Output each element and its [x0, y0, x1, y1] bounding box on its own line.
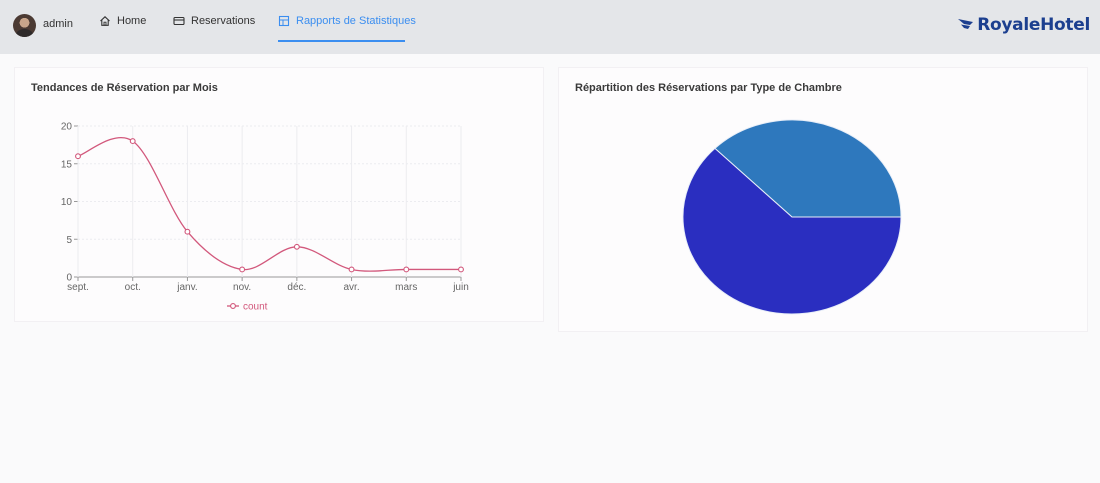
- pie-chart-card: Répartition des Réservations par Type de…: [558, 67, 1088, 332]
- y-tick-label: 20: [61, 122, 73, 133]
- line-chart: 05101520sept. oct. janv. nov. déc. avr. mars ju…: [61, 122, 469, 313]
- legend-swatch-marker: [230, 303, 236, 309]
- data-point: [184, 228, 191, 235]
- x-tick-label: oct.: [125, 282, 141, 293]
- nav-reservations-label: Reservations: [191, 15, 256, 27]
- brand-name-part2: Hotel: [1040, 15, 1090, 35]
- data-point: [75, 153, 81, 160]
- brand-name-part1: Royale: [977, 15, 1041, 35]
- data-point: [458, 266, 464, 273]
- line-chart-card: Tendances de Réservation par Mois 0 5 10 15…: [14, 67, 544, 322]
- x-tick-label: janv.: [176, 282, 197, 293]
- nav-home[interactable]: Home: [99, 0, 146, 42]
- brand-logo[interactable]: Royale Hotel: [958, 15, 1090, 35]
- y-tick-label: 5: [66, 235, 72, 246]
- wing-icon: [958, 19, 974, 29]
- y-tick-label: 15: [61, 159, 73, 170]
- pie-chart: [682, 119, 902, 315]
- username-label[interactable]: admin: [43, 18, 73, 30]
- avatar[interactable]: [13, 14, 36, 37]
- table-icon: [278, 15, 290, 27]
- data-point: [348, 266, 355, 273]
- nav-statistics-label: Rapports de Statistiques: [296, 15, 416, 27]
- x-tick-label: nov.: [233, 282, 251, 293]
- nav-reservations[interactable]: Reservations: [173, 0, 255, 42]
- data-point: [403, 266, 410, 273]
- card-icon: [173, 16, 185, 26]
- data-point: [293, 243, 300, 250]
- home-icon: [100, 16, 110, 26]
- x-tick-label: sept.: [67, 282, 89, 293]
- x-tick-label: juin: [452, 282, 469, 293]
- x-tick-label: avr.: [344, 282, 360, 293]
- x-tick-label: déc.: [287, 282, 306, 293]
- x-tick-label: mars: [395, 282, 417, 293]
- series-line-count: [77, 136, 462, 272]
- data-point: [129, 138, 136, 145]
- active-tab-indicator: [278, 40, 405, 42]
- top-navbar: admin Home Reservations Rapports de Stat…: [0, 0, 1100, 54]
- y-tick-label: 10: [61, 197, 73, 208]
- nav-statistics[interactable]: Rapports de Statistiques: [278, 0, 416, 42]
- nav-home-label: Home: [117, 15, 147, 27]
- data-point: [239, 266, 246, 273]
- legend-label: count: [243, 302, 268, 313]
